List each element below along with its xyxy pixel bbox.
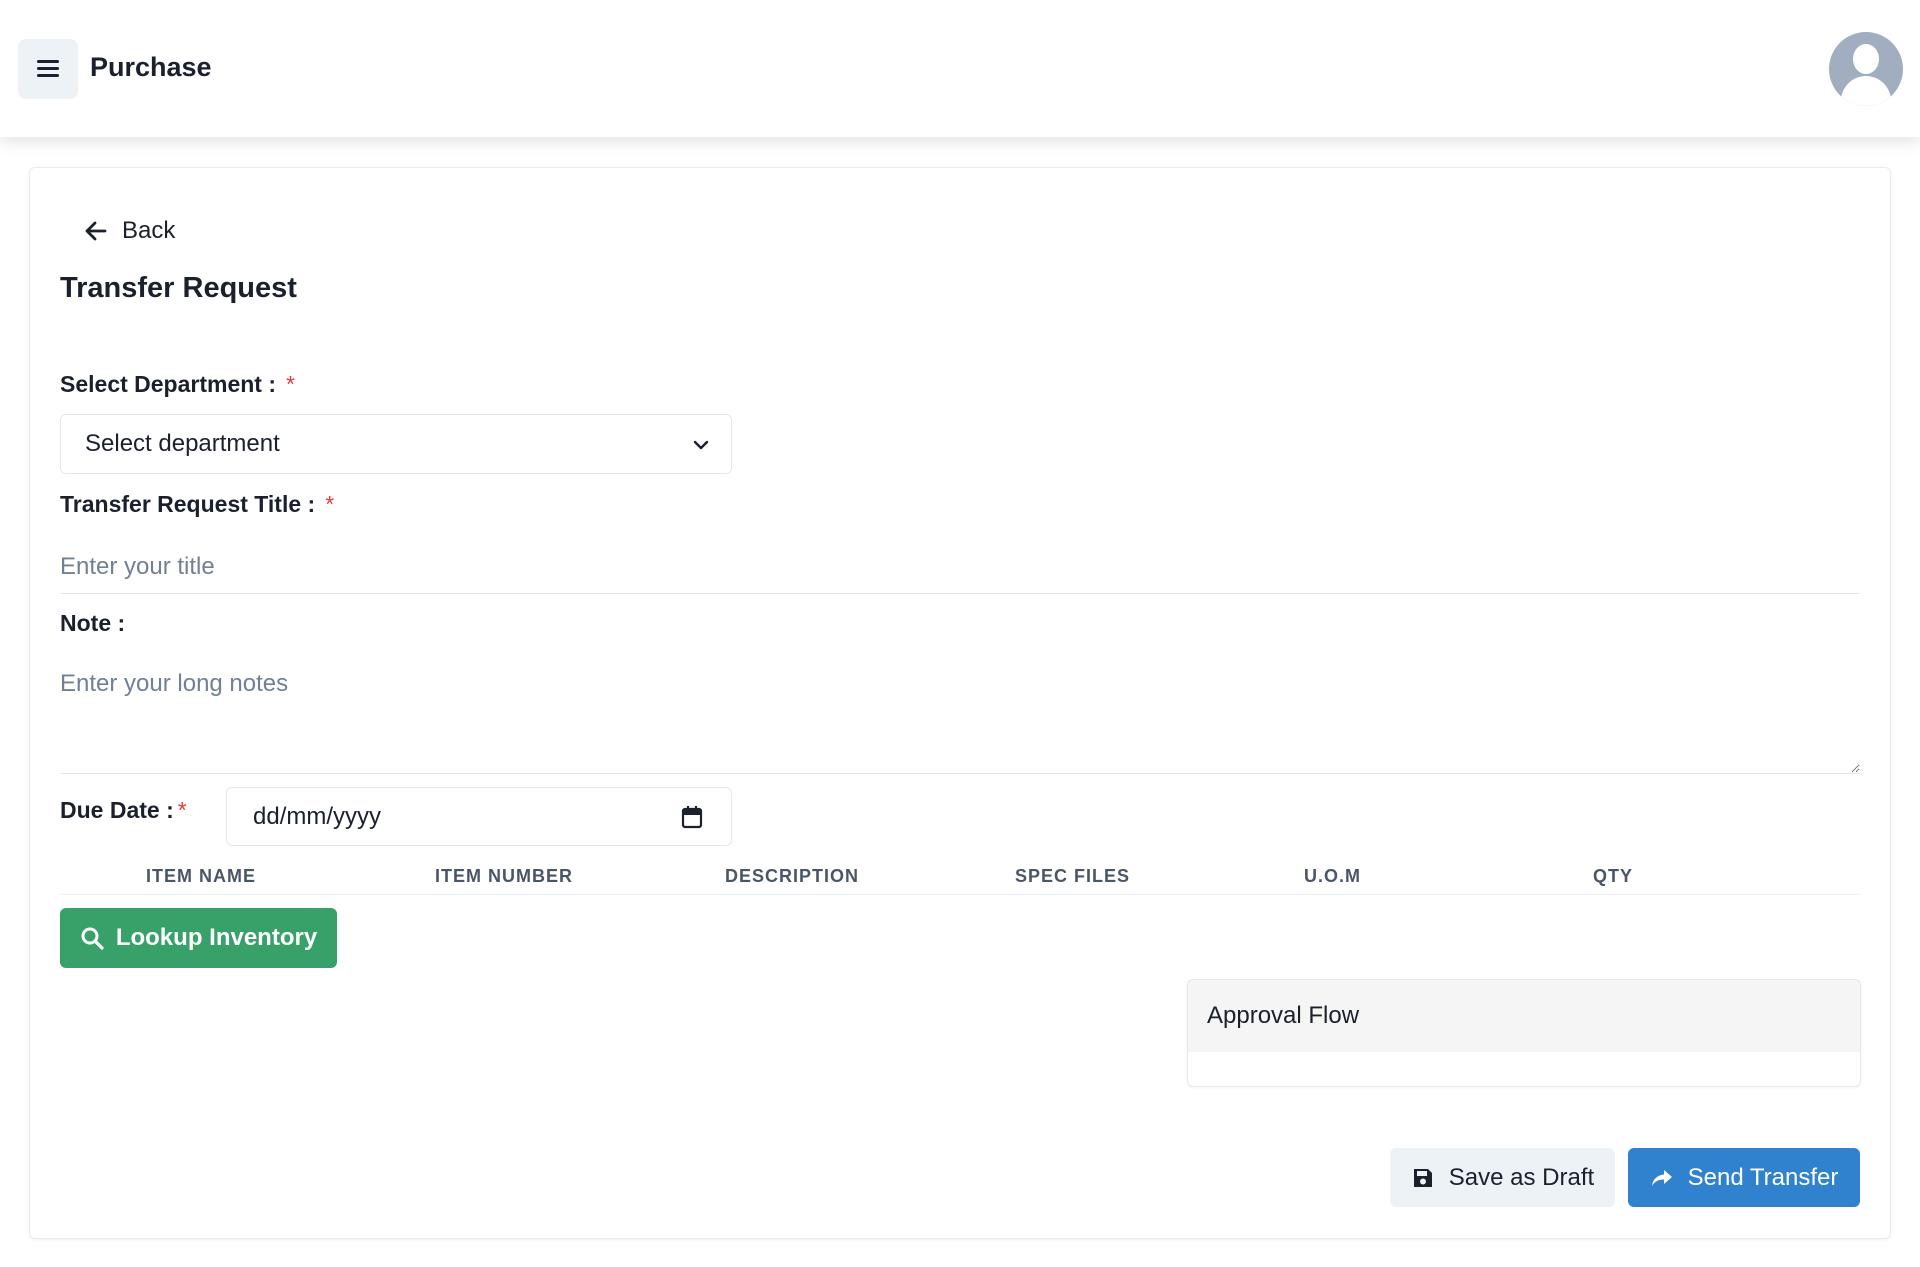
note-textarea[interactable]	[60, 656, 1860, 774]
column-header: ITEM NUMBER	[435, 866, 573, 886]
items-table-header: ITEM NAME ITEM NUMBER DESCRIPTION SPEC F…	[60, 860, 1860, 895]
calendar-icon[interactable]	[681, 805, 703, 829]
required-mark: *	[325, 491, 335, 517]
approval-flow-panel: Approval Flow	[1187, 979, 1861, 1087]
lookup-inventory-button[interactable]: Lookup Inventory	[60, 908, 337, 968]
user-avatar-icon[interactable]	[1829, 32, 1903, 106]
top-bar: Purchase	[0, 0, 1920, 137]
required-mark: *	[286, 371, 295, 397]
column-header: U.O.M	[1304, 866, 1361, 886]
app-title: Purchase	[90, 52, 212, 82]
due-date-label: Due Date : *	[60, 797, 187, 823]
required-mark: *	[177, 797, 187, 823]
department-label: Select Department : *	[60, 371, 295, 397]
send-transfer-button[interactable]: Send Transfer	[1628, 1148, 1860, 1207]
send-transfer-label: Send Transfer	[1687, 1163, 1839, 1191]
lookup-inventory-label: Lookup Inventory	[115, 924, 318, 951]
arrow-left-icon	[85, 221, 107, 241]
column-header: QTY	[1593, 866, 1634, 886]
back-label: Back	[122, 217, 176, 244]
save-icon	[1413, 1168, 1432, 1187]
save-draft-button[interactable]: Save as Draft	[1390, 1148, 1615, 1207]
approval-flow-title: Approval Flow	[1188, 980, 1860, 1052]
share-arrow-icon	[1651, 1169, 1672, 1186]
column-header: ITEM NAME	[146, 866, 256, 886]
request-title-input[interactable]	[60, 540, 1860, 594]
chevron-down-icon	[693, 440, 709, 450]
page-title: Transfer Request	[60, 272, 297, 304]
department-select[interactable]: Select department	[60, 414, 732, 474]
hamburger-menu-icon	[37, 60, 59, 78]
due-date-value: dd/mm/yyyy	[253, 802, 382, 830]
department-select-value: Select department	[85, 430, 280, 457]
back-link[interactable]: Back	[84, 213, 175, 249]
menu-button[interactable]	[18, 39, 78, 99]
save-draft-label: Save as Draft	[1448, 1163, 1595, 1191]
column-header: DESCRIPTION	[725, 866, 860, 886]
search-icon	[81, 927, 104, 950]
column-header: SPEC FILES	[1015, 866, 1131, 886]
note-label: Note :	[60, 610, 126, 636]
due-date-input[interactable]: dd/mm/yyyy	[226, 787, 732, 846]
request-title-label: Transfer Request Title : *	[60, 491, 335, 517]
